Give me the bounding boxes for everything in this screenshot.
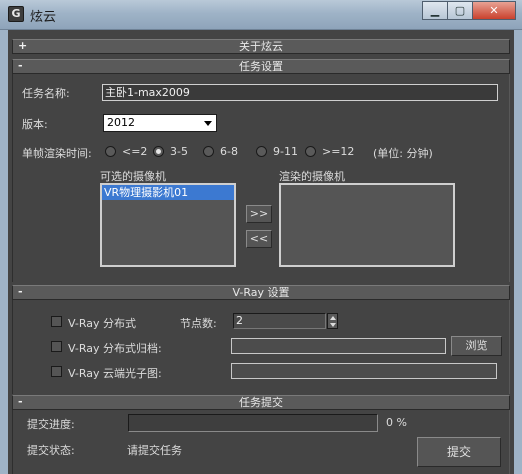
minimize-button[interactable]: ▁ xyxy=(422,1,448,20)
close-button[interactable]: ✕ xyxy=(472,1,516,20)
vray-rollout-header[interactable]: - V-Ray 设置 xyxy=(12,285,510,300)
nodes-label: 节点数: xyxy=(180,317,217,330)
vray-cloud-photon-checkbox[interactable] xyxy=(51,366,62,377)
title-bar[interactable]: G 炫云 ▁ ▢ ✕ xyxy=(0,0,522,30)
task-settings-panel: 任务名称: 主卧1-max2009 版本: 2012 单帧渲染时间: <=2 3… xyxy=(12,74,510,282)
frame-time-radio-9-11[interactable] xyxy=(256,146,267,157)
vray-archive-label: V-Ray 分布式归档: xyxy=(68,342,162,355)
spinner-down-icon[interactable] xyxy=(330,323,336,327)
chevron-down-icon xyxy=(204,121,212,126)
status-value: 请提交任务 xyxy=(127,444,182,457)
frame-time-label: 单帧渲染时间: xyxy=(22,147,92,160)
render-cameras-label: 渲染的摄像机 xyxy=(279,170,345,183)
frame-time-option-label: 9-11 xyxy=(273,145,298,158)
about-rollout-header[interactable]: + 关于炫云 xyxy=(12,39,510,54)
move-left-button[interactable]: << xyxy=(246,230,272,248)
app-logo-icon: G xyxy=(8,6,24,22)
vray-settings-panel: V-Ray 分布式 节点数: 2 V-Ray 分布式归档: 浏览 V-Ray 云… xyxy=(12,300,510,394)
task-settings-rollout-header[interactable]: - 任务设置 xyxy=(12,59,510,74)
frame-time-option-label: 6-8 xyxy=(220,145,238,158)
progress-percent-text: 0 % xyxy=(386,416,407,429)
collapse-toggle[interactable]: - xyxy=(18,59,23,72)
task-name-input[interactable]: 主卧1-max2009 xyxy=(102,84,498,101)
status-label: 提交状态: xyxy=(27,444,75,457)
expand-toggle[interactable]: + xyxy=(18,39,27,52)
caption-buttons: ▁ ▢ ✕ xyxy=(422,1,516,20)
vray-archive-checkbox[interactable] xyxy=(51,341,62,352)
archive-path-input[interactable] xyxy=(231,338,446,354)
submit-rollout-header[interactable]: - 任务提交 xyxy=(12,395,510,410)
frame-time-radio-ge12[interactable] xyxy=(305,146,316,157)
frame-time-option-label: >=12 xyxy=(322,145,355,158)
progress-label: 提交进度: xyxy=(27,418,75,431)
frame-time-option-label: 3-5 xyxy=(170,145,188,158)
version-select[interactable]: 2012 xyxy=(103,114,217,132)
task-name-label: 任务名称: xyxy=(22,87,70,100)
available-cameras-label: 可选的摄像机 xyxy=(100,170,166,183)
nodes-spinner[interactable] xyxy=(327,313,338,329)
maximize-icon: ▢ xyxy=(454,4,466,17)
vray-distributed-checkbox[interactable] xyxy=(51,316,62,327)
unit-note: (单位: 分钟) xyxy=(373,147,433,160)
list-item[interactable]: VR物理摄影机01 xyxy=(102,185,234,200)
client-area: + 关于炫云 - 任务设置 任务名称: 主卧1-max2009 版本: 2012… xyxy=(8,30,514,474)
task-submit-title: 任务提交 xyxy=(239,396,283,409)
collapse-toggle[interactable]: - xyxy=(18,395,23,408)
about-rollout-title: 关于炫云 xyxy=(239,40,283,53)
task-settings-title: 任务设置 xyxy=(239,60,283,73)
browse-button[interactable]: 浏览 xyxy=(451,336,502,356)
submit-button[interactable]: 提交 xyxy=(417,437,501,467)
vray-distributed-label: V-Ray 分布式 xyxy=(68,317,136,330)
vray-cloud-photon-label: V-Ray 云端光子图: xyxy=(68,367,162,380)
photon-path-input[interactable] xyxy=(231,363,497,379)
spinner-up-icon[interactable] xyxy=(330,316,336,320)
frame-time-option-label: <=2 xyxy=(122,145,148,158)
maximize-button[interactable]: ▢ xyxy=(447,1,473,20)
version-label: 版本: xyxy=(22,118,48,131)
nodes-input[interactable]: 2 xyxy=(233,313,326,329)
render-cameras-list[interactable] xyxy=(279,183,455,267)
version-selected-value: 2012 xyxy=(107,116,135,129)
frame-time-radio-3-5[interactable] xyxy=(153,146,164,157)
vray-settings-title: V-Ray 设置 xyxy=(232,286,290,299)
task-submit-panel: 提交进度: 0 % 提交状态: 请提交任务 提交 xyxy=(12,410,510,474)
available-cameras-list[interactable]: VR物理摄影机01 xyxy=(100,183,236,267)
minimize-icon: ▁ xyxy=(430,4,440,17)
frame-time-radio-le2[interactable] xyxy=(105,146,116,157)
window-title: 炫云 xyxy=(30,10,57,25)
close-icon: ✕ xyxy=(489,4,499,17)
collapse-toggle[interactable]: - xyxy=(18,285,23,298)
submit-progress-bar xyxy=(128,414,378,432)
move-right-button[interactable]: >> xyxy=(246,205,272,223)
window-frame: + 关于炫云 - 任务设置 任务名称: 主卧1-max2009 版本: 2012… xyxy=(0,30,522,474)
frame-time-radio-6-8[interactable] xyxy=(203,146,214,157)
